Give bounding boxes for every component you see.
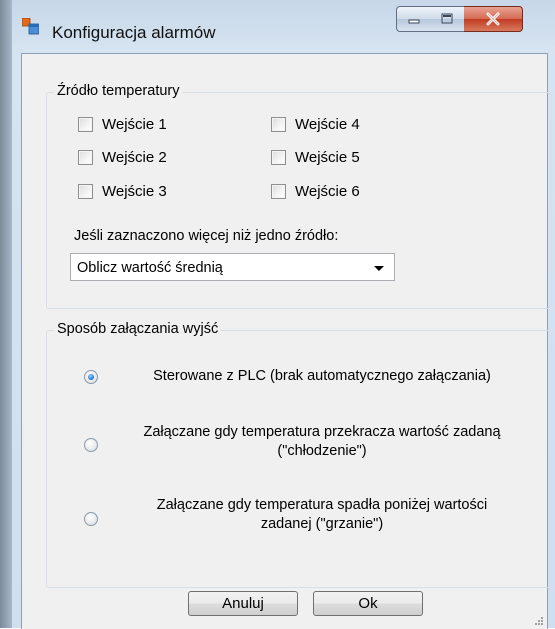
multi-source-label: Jeśli zaznaczono więcej niż jedno źródło… [74, 228, 339, 244]
window-title: Konfiguracja alarmów [52, 23, 216, 42]
maximize-icon [441, 13, 453, 24]
input-4-label: Wejście 4 [295, 116, 360, 133]
input-4-checkbox[interactable]: Wejście 4 [271, 116, 360, 133]
maximize-button[interactable] [430, 6, 465, 32]
radio-button[interactable] [84, 438, 98, 452]
input-2-label: Wejście 2 [102, 149, 167, 166]
checkbox-box[interactable] [271, 117, 286, 132]
title-bar[interactable]: Konfiguracja alarmów [12, 0, 555, 52]
input-1-checkbox[interactable]: Wejście 1 [78, 116, 167, 133]
dialog-window: Konfiguracja alarmów Źródło temperatury [12, 0, 555, 629]
input-3-checkbox[interactable]: Wejście 3 [78, 183, 167, 200]
input-5-label: Wejście 5 [295, 149, 360, 166]
checkbox-box[interactable] [271, 150, 286, 165]
radio-button-selected[interactable] [84, 370, 98, 384]
chevron-down-icon[interactable] [374, 266, 384, 271]
input-6-checkbox[interactable]: Wejście 6 [271, 183, 360, 200]
cancel-button[interactable]: Anuluj [188, 591, 298, 616]
app-window-icon [22, 18, 39, 35]
resize-grip-icon[interactable] [534, 616, 544, 626]
option-heating-label-line2: zadanej ("grzanie") [260, 516, 384, 532]
output-mode-label: Sposób załączania wyjść [54, 321, 222, 337]
option-cooling-label-line2: ("chłodzenie") [277, 443, 367, 459]
multi-source-dropdown[interactable]: Oblicz wartość średnią [70, 253, 395, 281]
input-2-checkbox[interactable]: Wejście 2 [78, 149, 167, 166]
minimize-icon [408, 19, 420, 24]
input-6-label: Wejście 6 [295, 183, 360, 200]
multi-source-value: Oblicz wartość średnią [77, 260, 223, 276]
minimize-button[interactable] [396, 6, 432, 32]
close-icon [486, 12, 500, 26]
checkbox-box[interactable] [78, 117, 93, 132]
close-button[interactable] [464, 6, 523, 32]
checkbox-box[interactable] [78, 150, 93, 165]
option-cooling-label-line1: Załączane gdy temperatura przekracza war… [143, 424, 501, 440]
radio-button[interactable] [84, 512, 98, 526]
temperature-source-label: Źródło temperatury [54, 83, 183, 99]
checkbox-box[interactable] [271, 184, 286, 199]
input-1-label: Wejście 1 [102, 116, 167, 133]
option-plc-label: Sterowane z PLC (brak automatycznego zał… [153, 368, 491, 384]
input-3-label: Wejście 3 [102, 183, 167, 200]
input-5-checkbox[interactable]: Wejście 5 [271, 149, 360, 166]
checkbox-box[interactable] [78, 184, 93, 199]
option-heating-label-line1: Załączane gdy temperatura spadła poniżej… [156, 497, 488, 513]
desktop-edge [0, 0, 12, 628]
ok-button[interactable]: Ok [313, 591, 423, 616]
dialog-content: Źródło temperatury Wejście 1 Wejście 2 W… [21, 53, 552, 629]
